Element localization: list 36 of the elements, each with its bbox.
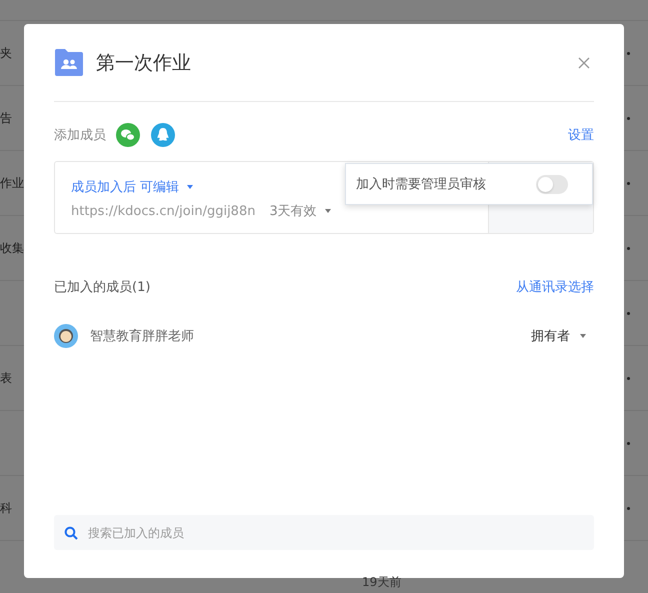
more-dot-icon [627,312,630,314]
list-item-label: 夹 [0,44,12,62]
validity-dropdown[interactable]: 3天有效 [269,202,331,220]
more-dot-icon [627,246,630,250]
group-folder-icon [54,48,84,78]
dialog-title: 第一次作业 [96,50,191,76]
more-dot-icon [627,116,630,120]
role-dropdown[interactable]: 拥有者 [531,327,586,345]
list-item-label: 告 [0,110,12,126]
list-item-label: 表 [0,370,12,386]
approval-label: 加入时需要管理员审核 [356,176,486,193]
add-members-label: 添加成员 [54,127,106,144]
permission-dropdown[interactable]: 成员加入后 可编辑 [71,178,194,196]
avatar-icon [54,324,78,348]
caret-icon [580,334,586,338]
member-name: 智慧教育胖胖老师 [90,328,194,345]
more-dot-icon [627,376,630,380]
invite-url: https://kdocs.cn/join/ggij88n [71,204,256,218]
caret-icon [324,209,331,213]
list-item-label: 科 [0,500,12,516]
list-item-label: 作业 [0,174,24,192]
contacts-link[interactable]: 从通讯录选择 [516,278,594,296]
list-item-label: 收集 [0,240,24,256]
chat-bubbles-icon[interactable] [116,123,140,147]
members-heading: 已加入的成员(1) [54,279,150,296]
approval-toggle[interactable] [536,174,568,194]
caret-icon [187,185,194,189]
search-field[interactable]: 搜索已加入的成员 [54,515,594,550]
more-dot-icon [627,52,630,54]
settings-link[interactable]: 设置 [568,126,594,144]
more-dot-icon [627,182,630,184]
more-dot-icon [627,506,630,510]
time-label: 19天前 [362,574,402,591]
close-icon[interactable] [578,56,590,68]
more-dot-icon [627,442,630,444]
penguin-icon[interactable] [151,123,175,147]
